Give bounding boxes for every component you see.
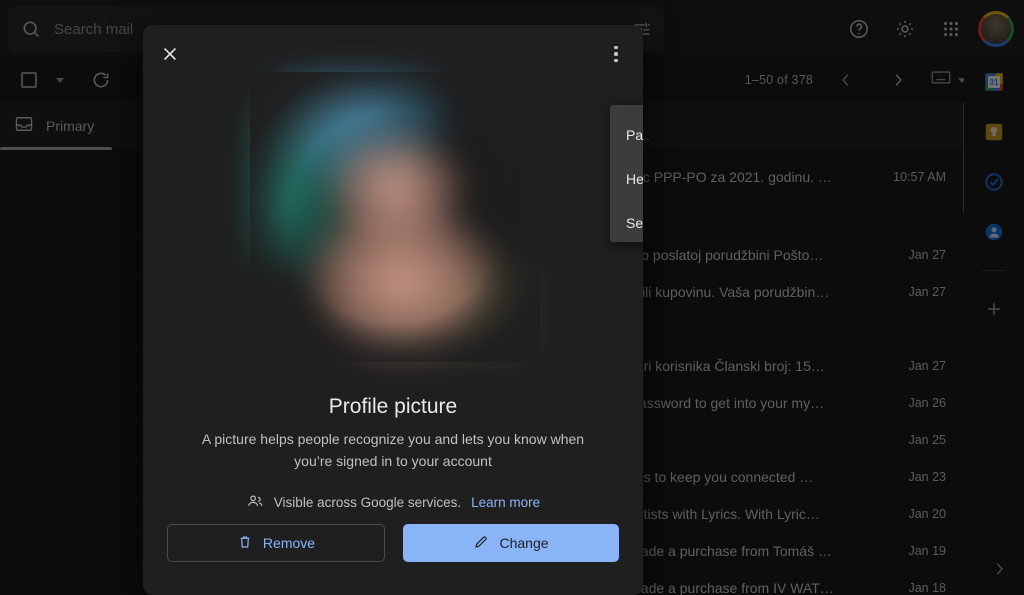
people-icon <box>246 492 264 513</box>
overflow-menu: Past profile picturesHelpSend feedback <box>610 105 643 242</box>
menu-item-send-feedback[interactable]: Send feedback <box>610 201 643 245</box>
dialog-description: A picture helps people recognize you and… <box>201 431 585 469</box>
more-vertical-icon[interactable] <box>599 37 633 71</box>
menu-item-help[interactable]: Help <box>610 157 643 201</box>
gmail-window: 1–50 of 378 <box>0 0 1024 595</box>
menu-item-past-profile-pictures[interactable]: Past profile pictures <box>610 113 643 157</box>
trash-icon <box>237 534 253 553</box>
profile-picture-dialog: Past profile picturesHelpSend feedback P… <box>143 25 643 595</box>
profile-picture-preview[interactable] <box>250 72 540 362</box>
change-button[interactable]: Change <box>403 524 619 562</box>
visibility-text: Visible across Google services. <box>273 495 462 510</box>
remove-button[interactable]: Remove <box>167 524 385 562</box>
change-label: Change <box>499 535 549 551</box>
learn-more-link[interactable]: Learn more <box>471 495 540 510</box>
close-icon[interactable] <box>153 37 187 71</box>
photo-vignette <box>250 72 540 362</box>
page-title: Profile picture <box>328 395 458 418</box>
remove-label: Remove <box>262 535 316 551</box>
visibility-note: Visible across Google services. Learn mo… <box>143 492 643 513</box>
pencil-icon <box>473 534 489 553</box>
dialog-actions: Remove Change <box>167 524 619 562</box>
